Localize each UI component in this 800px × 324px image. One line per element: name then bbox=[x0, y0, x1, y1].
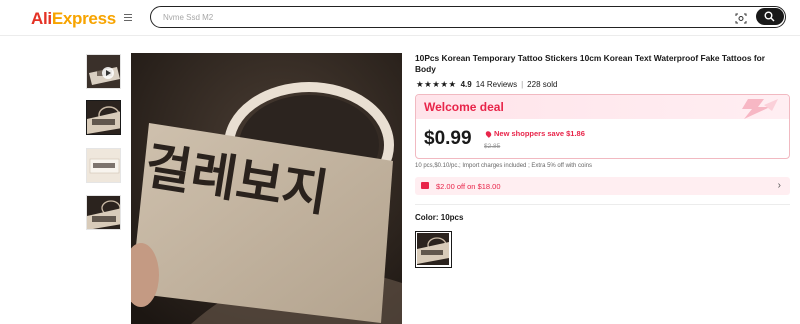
top-header: AliExpress bbox=[0, 0, 800, 36]
logo-part-express: Express bbox=[51, 9, 116, 28]
thumbnail-2[interactable] bbox=[86, 148, 121, 183]
divider bbox=[415, 204, 790, 205]
original-price: $2.85 bbox=[484, 143, 501, 150]
welcome-deal-box: Welcome deal $0.99 New shoppers save $1.… bbox=[415, 94, 790, 159]
coupon-text: $2.00 off on $18.00 bbox=[436, 182, 501, 191]
thumbnail-1[interactable] bbox=[86, 100, 121, 135]
savings-badge: New shoppers save $1.86 bbox=[484, 129, 585, 138]
product-title: 10Pcs Korean Temporary Tattoo Stickers 1… bbox=[415, 53, 765, 74]
menu-icon[interactable] bbox=[124, 14, 132, 21]
separator: | bbox=[521, 79, 524, 89]
sold-count: 228 sold bbox=[527, 79, 558, 89]
main-product-image[interactable]: 걸레보지 bbox=[131, 53, 402, 324]
color-swatch-10pcs[interactable] bbox=[415, 231, 452, 268]
rating-row: ★★★★★ 4.9 14 Reviews | 228 sold bbox=[416, 79, 557, 89]
star-rating-icon: ★★★★★ bbox=[416, 78, 457, 89]
aliexpress-logo[interactable]: AliExpress bbox=[31, 9, 116, 29]
deal-header: Welcome deal bbox=[416, 95, 789, 119]
lightning-icon bbox=[742, 99, 778, 119]
savings-text: New shoppers save $1.86 bbox=[494, 129, 585, 138]
logo-part-ali: Ali bbox=[31, 9, 52, 28]
coupon-bar[interactable]: $2.00 off on $18.00 › bbox=[415, 177, 790, 195]
search-input[interactable] bbox=[163, 10, 723, 24]
search-icon bbox=[764, 11, 775, 22]
current-price: $0.99 bbox=[424, 128, 472, 149]
flame-icon bbox=[484, 130, 493, 138]
rating-score: 4.9 bbox=[460, 79, 472, 89]
deal-label: Welcome deal bbox=[424, 100, 504, 114]
chevron-right-icon: › bbox=[777, 180, 781, 191]
reviews-link[interactable]: 14 Reviews bbox=[476, 80, 517, 89]
thumbnail-video[interactable] bbox=[86, 54, 121, 89]
color-label: Color: 10pcs bbox=[415, 213, 464, 222]
coupon-icon bbox=[421, 182, 429, 189]
search-button[interactable] bbox=[756, 8, 784, 25]
search-bar bbox=[150, 6, 786, 28]
import-note: 10 pcs,$0.10/pc.; Import charges include… bbox=[415, 163, 592, 169]
camera-icon[interactable] bbox=[735, 11, 747, 24]
thumbnail-3[interactable] bbox=[86, 195, 121, 230]
